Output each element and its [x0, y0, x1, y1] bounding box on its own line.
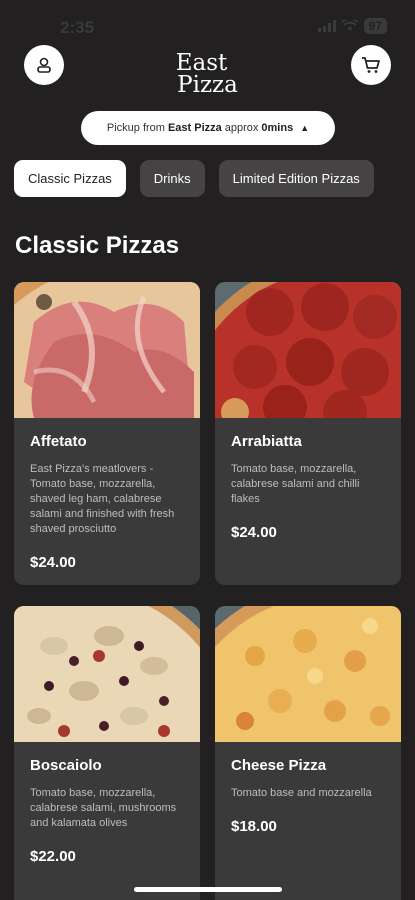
pickup-selector[interactable]: Pickup from East Pizza approx 0mins ▲: [81, 111, 335, 145]
tab-limited-edition-pizzas[interactable]: Limited Edition Pizzas: [218, 160, 374, 197]
wifi-icon: [341, 20, 358, 31]
product-name: Arrabiatta: [231, 433, 302, 450]
product-card[interactable]: Boscaiolo Tomato base, mozzarella, calab…: [14, 606, 200, 900]
tab-drinks[interactable]: Drinks: [139, 160, 205, 197]
status-icons: 97: [317, 18, 387, 34]
battery-icon: 97: [363, 18, 387, 34]
pickup-prefix: Pickup from: [106, 122, 165, 134]
product-name: Boscaiolo: [30, 757, 102, 774]
cart-button[interactable]: [351, 45, 391, 85]
signal-icon: [317, 20, 336, 32]
status-bar: 2:35 97: [0, 0, 415, 44]
product-price: $18.00: [231, 818, 277, 835]
product-grid: Affetato East Pizza's meatlovers - Tomat…: [14, 282, 401, 900]
category-tabs: Classic Pizzas Drinks Limited Edition Pi…: [14, 160, 374, 197]
product-card[interactable]: Arrabiatta Tomato base, mozzarella, cala…: [215, 282, 401, 585]
cart-icon: [362, 57, 380, 73]
pickup-time: 0mins: [261, 122, 294, 134]
product-card[interactable]: Affetato East Pizza's meatlovers - Tomat…: [14, 282, 200, 585]
tab-classic-pizzas[interactable]: Classic Pizzas: [14, 160, 126, 197]
caret-up-icon: ▲: [300, 123, 310, 133]
product-image: [215, 282, 401, 418]
status-time: 2:35: [60, 18, 95, 37]
product-image: [14, 606, 200, 742]
product-description: East Pizza's meatlovers - Tomato base, m…: [30, 463, 175, 535]
product-price: $24.00: [231, 524, 277, 541]
section-title: Classic Pizzas: [15, 232, 180, 259]
product-card[interactable]: Cheese Pizza Tomato base and mozzarella …: [215, 606, 401, 900]
product-name: Affetato: [30, 433, 87, 450]
product-name: Cheese Pizza: [231, 757, 327, 774]
product-description: Tomato base, mozzarella, calabrese salam…: [30, 787, 177, 829]
logo-line2: Pizza: [177, 72, 238, 98]
product-image: [215, 606, 401, 742]
product-price: $22.00: [30, 848, 76, 865]
product-image: [14, 282, 200, 418]
product-price: $24.00: [30, 554, 76, 571]
pickup-middle: approx: [224, 122, 259, 134]
product-description: Tomato base and mozzarella: [231, 787, 372, 799]
product-description: Tomato base, mozzarella, calabrese salam…: [231, 463, 360, 505]
home-indicator: [134, 887, 282, 892]
pickup-store: East Pizza: [167, 122, 222, 134]
